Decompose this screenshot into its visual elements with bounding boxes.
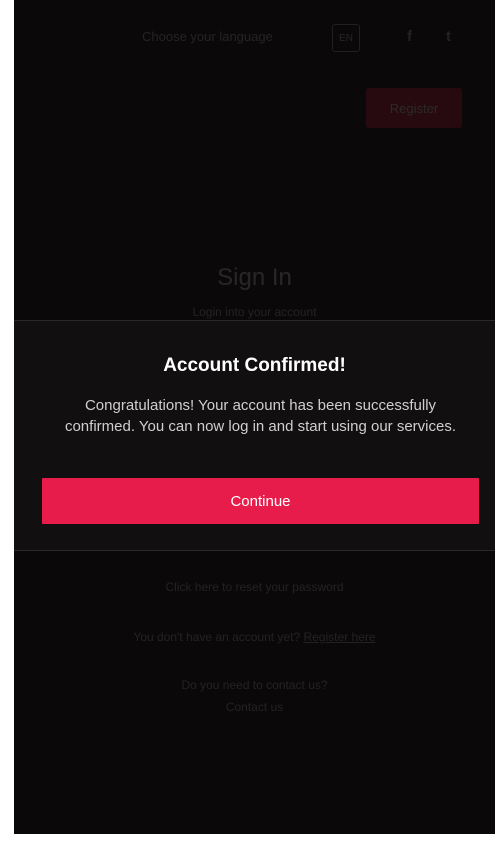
continue-button[interactable]: Continue <box>42 478 479 524</box>
facebook-icon[interactable]: f <box>407 28 412 45</box>
signin-subtitle: Login into your account <box>192 305 317 319</box>
register-button[interactable]: Register <box>366 88 462 128</box>
contact-line: Do you need to contact us? <box>181 678 328 692</box>
signup-line: You don't have an account yet? Register … <box>14 630 495 644</box>
modal-title: Account Confirmed! <box>163 355 346 376</box>
signup-prefix: You don't have an account yet? <box>133 630 301 644</box>
language-prompt: Choose your language <box>142 29 273 44</box>
top-bar: Choose your language EN f t <box>14 22 495 52</box>
signin-title: Sign In <box>217 264 292 291</box>
language-selector[interactable]: EN <box>332 24 360 52</box>
twitter-icon[interactable]: t <box>446 28 451 45</box>
app-screen: Choose your language EN f t Register Sig… <box>14 0 495 834</box>
confirmation-modal: Account Confirmed! Congratulations! Your… <box>14 320 495 551</box>
forgot-password-link[interactable]: Click here to reset your password <box>14 580 495 594</box>
signup-link[interactable]: Register here <box>303 630 375 644</box>
contact-link[interactable]: Contact us <box>14 700 495 714</box>
modal-message: Congratulations! Your account has been s… <box>64 397 457 435</box>
